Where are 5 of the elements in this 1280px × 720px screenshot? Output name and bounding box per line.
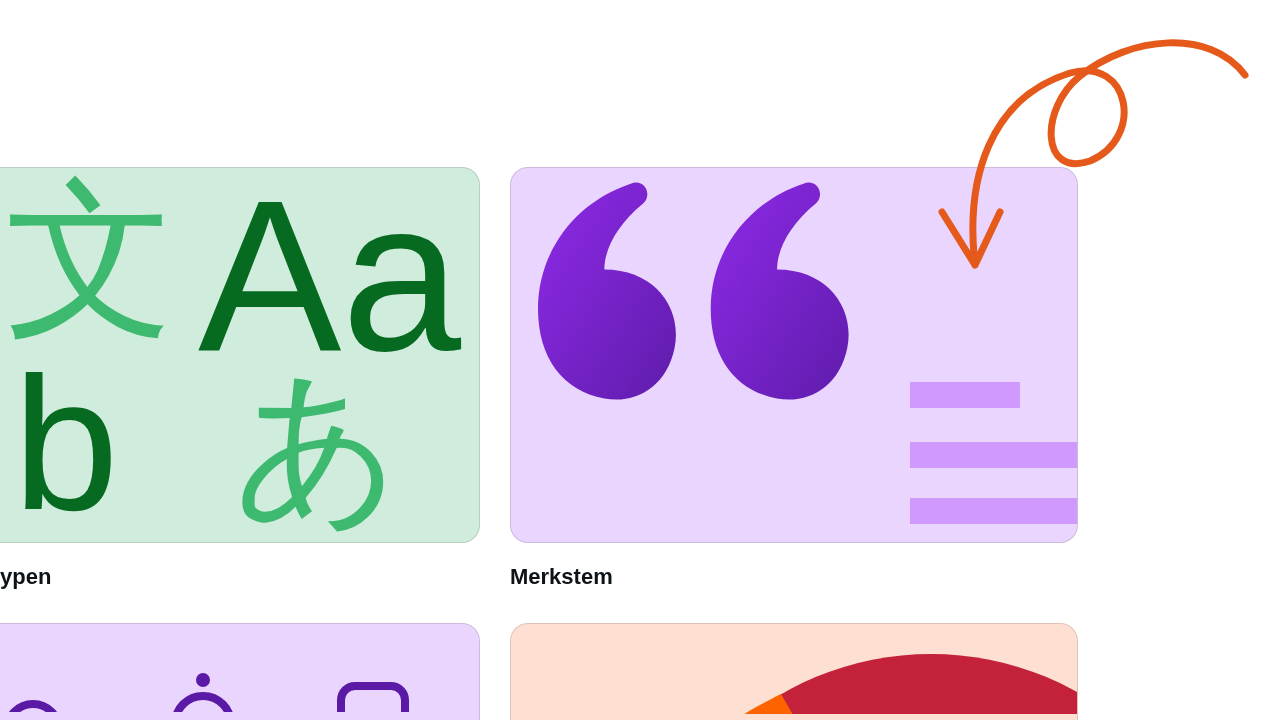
card-title[interactable]: Merkstem	[510, 543, 1078, 605]
glyph: 文	[5, 174, 175, 344]
card-background[interactable]	[510, 167, 1078, 543]
glyph: b	[13, 348, 119, 538]
card-title[interactable]: ypen	[0, 543, 480, 605]
